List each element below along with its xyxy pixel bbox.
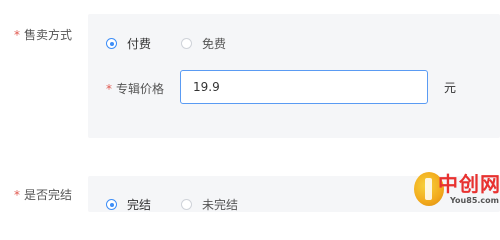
watermark-title: 中创网 [438, 172, 500, 196]
completion-label-text: 是否完结 [24, 188, 73, 202]
radio-unchecked-icon[interactable] [181, 38, 192, 49]
required-asterisk: * [14, 28, 20, 42]
radio-paid[interactable]: 付费 [106, 35, 151, 52]
radio-completed[interactable]: 完结 [106, 196, 151, 213]
price-unit: 元 [444, 81, 457, 95]
radio-checked-icon[interactable] [106, 199, 117, 210]
radio-completed-label: 完结 [127, 198, 152, 212]
required-asterisk: * [106, 82, 112, 96]
watermark-subtitle: You85.com [450, 196, 499, 205]
sale-mode-label-text: 售卖方式 [24, 28, 73, 42]
radio-checked-icon[interactable] [106, 38, 117, 49]
radio-free[interactable]: 免费 [181, 35, 226, 52]
sale-mode-label: * 售卖方式 [14, 26, 72, 43]
required-asterisk: * [14, 188, 20, 202]
album-price-input[interactable] [180, 70, 428, 104]
completion-label: * 是否完结 [14, 186, 72, 203]
radio-unchecked-icon[interactable] [181, 199, 192, 210]
radio-not-completed-label: 未完结 [202, 198, 239, 212]
radio-paid-label: 付费 [127, 37, 152, 51]
radio-not-completed[interactable]: 未完结 [181, 196, 238, 213]
watermark-logo: 中创网 You85.com [414, 166, 500, 210]
album-price-label: * 专辑价格 [106, 80, 164, 97]
product-settings-form: * 售卖方式 付费 免费 * 专辑价格 元 * 是否完结 完结 未完结 中创网 You… [0, 0, 500, 212]
album-price-label-text: 专辑价格 [116, 82, 165, 96]
radio-free-label: 免费 [202, 37, 227, 51]
